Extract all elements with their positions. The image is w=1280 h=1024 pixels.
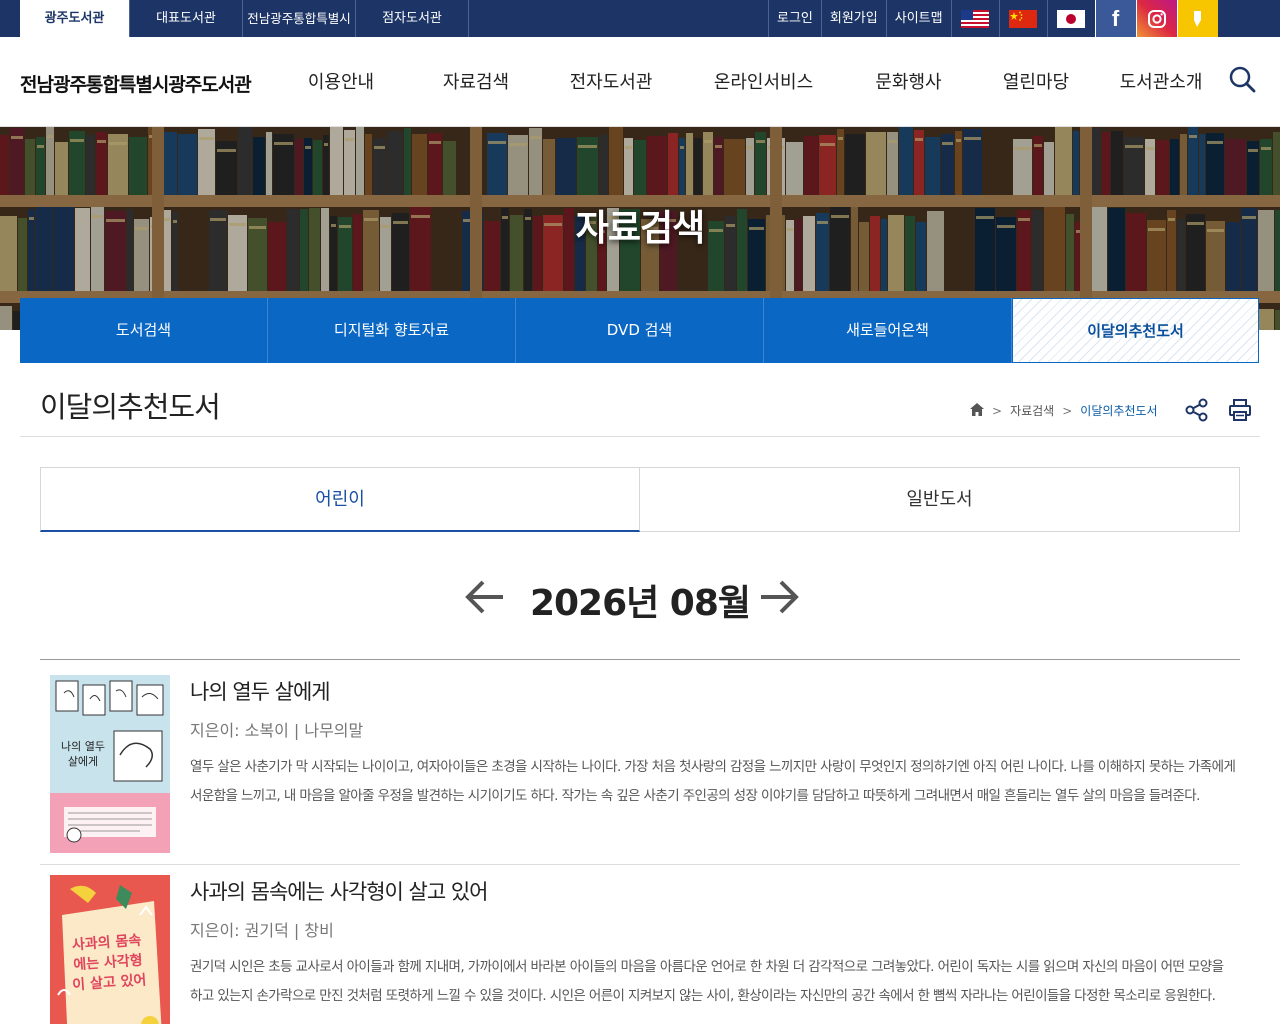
subtab-monthly-picks[interactable]: 이달의추천도서 <box>1012 298 1259 363</box>
kakao-icon[interactable] <box>1176 0 1218 37</box>
book-cover[interactable]: 사과의 몸속에는 사각형이 살고 있어 <box>50 875 170 1024</box>
breadcrumb: > 자료검색 > 이달의추천도서 <box>970 402 1158 419</box>
book-item: 나의 열두 살에게 나의 열두 살에게 지은이: 소복이 | 나무의말 열두 살… <box>40 660 1240 865</box>
us-flag-icon[interactable] <box>950 0 999 37</box>
sub-navigation: 도서검색 디지털화 향토자료 DVD 검색 새로들어온책 이달의추천도서 <box>20 298 1259 363</box>
china-flag-icon[interactable] <box>998 0 1047 37</box>
nav-usage-guide[interactable]: 이용안내 <box>276 37 406 127</box>
subtab-book-search[interactable]: 도서검색 <box>20 298 268 363</box>
instagram-icon[interactable] <box>1135 0 1177 37</box>
nav-open-forum[interactable]: 열린마당 <box>966 37 1106 127</box>
breadcrumb-separator: > <box>1062 403 1073 418</box>
site-logo[interactable]: 전남광주통합특별시광주도서관 <box>20 70 252 97</box>
book-description: 권기덕 시인은 초등 교사로서 아이들과 함께 지내며, 가까이에서 바라본 아… <box>190 959 1224 1004</box>
book-title[interactable]: 사과의 몸속에는 사각형이 살고 있어 <box>190 876 488 906</box>
book-title[interactable]: 나의 열두 살에게 <box>190 676 331 706</box>
nav-e-library[interactable]: 전자도서관 <box>546 37 676 127</box>
category-tabs: 어린이 일반도서 <box>40 467 1240 532</box>
breadcrumb-item[interactable]: 자료검색 <box>1010 402 1054 419</box>
search-icon[interactable] <box>1228 65 1258 95</box>
site-tab-integrated-city[interactable]: 전남광주통합특별시 <box>243 0 356 37</box>
book-cover-title: 사과의 몸속에는 사각형이 살고 있어 <box>71 932 147 994</box>
share-icon[interactable] <box>1184 398 1210 422</box>
top-utility-bar: 광주도서관 대표도서관 전남광주통합특별시 점자도서관 로그인 회원가입 사이트… <box>0 0 1280 37</box>
subtab-digital-local[interactable]: 디지털화 향토자료 <box>268 298 516 363</box>
tab-general-books[interactable]: 일반도서 <box>640 467 1240 532</box>
site-tab-gwangju[interactable]: 광주도서관 <box>20 0 130 37</box>
banner-title: 자료검색 <box>575 208 705 249</box>
site-tab-braille[interactable]: 점자도서관 <box>356 0 469 37</box>
page-title: 이달의추천도서 <box>40 390 221 424</box>
current-month: 2026년 08월 <box>529 583 751 624</box>
library-site-tabs: 광주도서관 대표도서관 전남광주통합특별시 점자도서관 <box>20 0 469 37</box>
print-icon[interactable] <box>1228 398 1252 422</box>
subtab-dvd-search[interactable]: DVD 검색 <box>516 298 764 363</box>
next-month-arrow-icon[interactable] <box>757 577 801 617</box>
tab-children[interactable]: 어린이 <box>40 467 640 532</box>
book-author-publisher: 지은이: 소복이 | 나무의말 <box>190 721 364 740</box>
utility-links: 로그인 회원가입 사이트맵 f <box>768 0 1218 37</box>
book-description: 열두 살은 사춘기가 막 시작되는 나이이고, 여자아이들은 초경을 시작하는 … <box>190 759 1236 804</box>
book-cover[interactable]: 나의 열두 살에게 <box>50 675 170 853</box>
title-divider <box>20 436 1260 437</box>
nav-search-materials[interactable]: 자료검색 <box>406 37 546 127</box>
signup-link[interactable]: 회원가입 <box>820 0 886 37</box>
book-author-publisher: 지은이: 권기덕 | 창비 <box>190 921 334 940</box>
sitemap-link[interactable]: 사이트맵 <box>885 0 951 37</box>
nav-cultural-events[interactable]: 문화행사 <box>851 37 966 127</box>
home-icon[interactable] <box>970 402 984 419</box>
site-header: 전남광주통합특별시광주도서관 이용안내 자료검색 전자도서관 온라인서비스 문화… <box>0 37 1280 127</box>
breadcrumb-current: 이달의추천도서 <box>1080 404 1158 418</box>
site-tab-main[interactable]: 대표도서관 <box>130 0 243 37</box>
main-navigation: 이용안내 자료검색 전자도서관 온라인서비스 문화행사 열린마당 도서관소개 <box>276 37 1216 127</box>
subtab-new-arrivals[interactable]: 새로들어온책 <box>764 298 1012 363</box>
facebook-icon[interactable]: f <box>1094 0 1136 37</box>
japan-flag-icon[interactable] <box>1046 0 1095 37</box>
breadcrumb-separator: > <box>992 403 1003 418</box>
nav-online-services[interactable]: 온라인서비스 <box>676 37 851 127</box>
book-cover-title: 나의 열두 살에게 <box>61 740 105 768</box>
book-item: 사과의 몸속에는 사각형이 살고 있어 사과의 몸속에는 사각형이 살고 있어 … <box>40 866 1240 1024</box>
previous-month-arrow-icon[interactable] <box>463 577 507 617</box>
nav-library-intro[interactable]: 도서관소개 <box>1106 37 1216 127</box>
login-link[interactable]: 로그인 <box>768 0 821 37</box>
